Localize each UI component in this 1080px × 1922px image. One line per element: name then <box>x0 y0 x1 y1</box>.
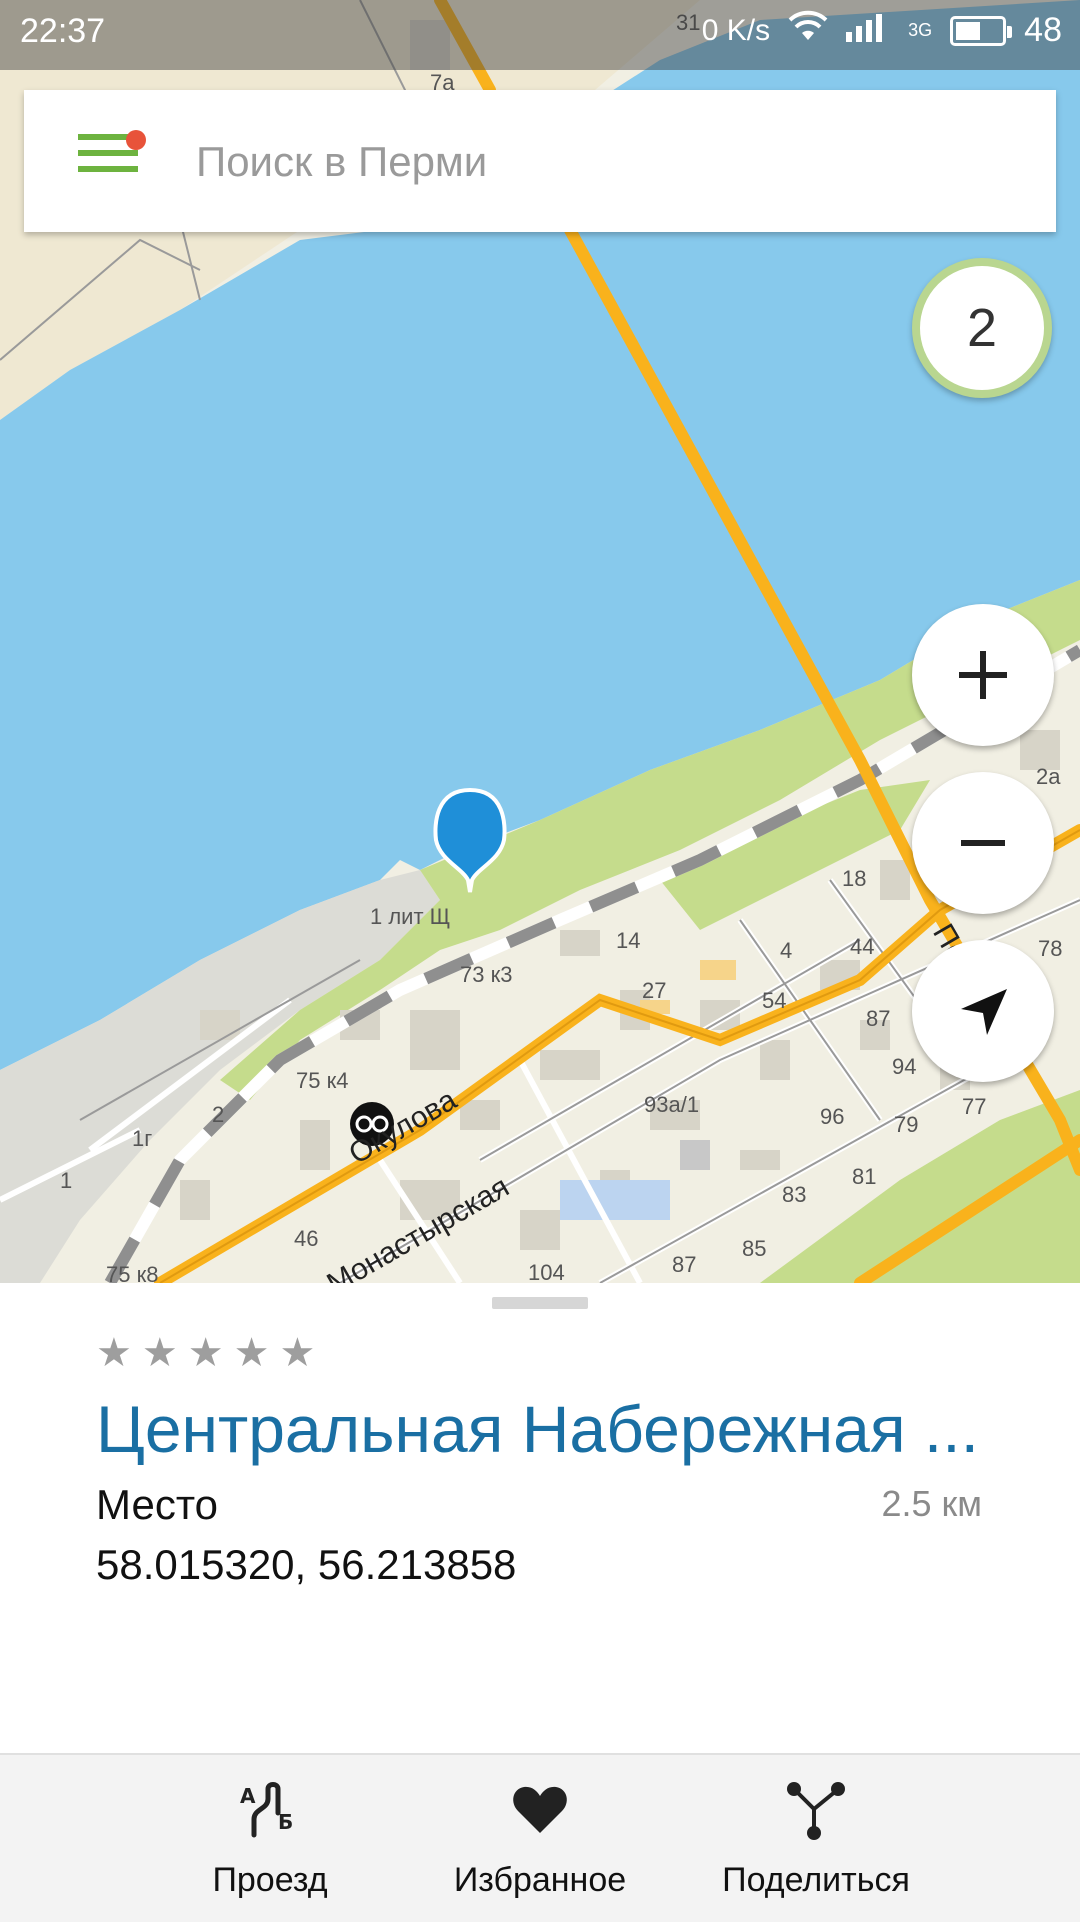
building-label: 78 <box>1038 936 1063 961</box>
place-card[interactable]: ★ ★ ★ ★ ★ Центральная Набережная ... Мес… <box>0 1283 1080 1753</box>
building-label: 75 к8 <box>106 1262 159 1283</box>
zoom-in-icon <box>959 651 1007 699</box>
heart-icon <box>513 1786 567 1833</box>
zoom-in-button[interactable] <box>912 604 1054 746</box>
building-label: 1г <box>132 1126 153 1151</box>
status-time: 22:37 <box>20 12 106 50</box>
building-label: 87 <box>672 1252 697 1277</box>
building-label: 81 <box>852 1164 877 1189</box>
building-label: 2 <box>212 1102 225 1127</box>
building-label: 18 <box>842 866 867 891</box>
building-label: 94 <box>892 1054 917 1079</box>
building-label: 75 к4 <box>296 1068 349 1093</box>
action-bar: А Б Проезд Избранное Поделиться <box>0 1753 1080 1922</box>
drag-handle[interactable] <box>492 1297 588 1309</box>
my-location-button[interactable] <box>912 940 1054 1082</box>
search-bar <box>24 90 1056 232</box>
battery-icon <box>950 15 1013 46</box>
building-label: 96 <box>820 1104 845 1129</box>
route-ab-icon: А Б <box>240 1782 293 1838</box>
notification-dot <box>126 130 146 150</box>
building-label: 2а <box>1036 764 1061 789</box>
place-coordinates: 58.015320, 56.213858 <box>96 1541 517 1588</box>
favorite-button[interactable]: Избранное <box>440 1755 640 1922</box>
place-distance: 2.5 км <box>881 1483 982 1524</box>
star-icon: ★ <box>279 1331 316 1375</box>
share-button[interactable]: Поделиться <box>712 1755 920 1922</box>
building-label: 87 <box>866 1006 891 1031</box>
building-label: 4 <box>780 938 793 963</box>
zoom-out-icon <box>961 840 1005 846</box>
building-label: 85 <box>742 1236 767 1261</box>
place-type: Место <box>96 1481 218 1528</box>
network-type: 3G <box>908 20 933 40</box>
building-label: 27 <box>642 978 667 1003</box>
svg-text:А: А <box>240 1784 256 1808</box>
building-label: 104 <box>528 1260 565 1283</box>
search-input[interactable] <box>194 126 998 198</box>
building-label: 1 лит Щ <box>370 904 451 929</box>
route-label: Проезд <box>212 1861 328 1899</box>
building-label: 79 <box>894 1112 919 1137</box>
layers-count-badge[interactable]: 2 <box>912 258 1052 398</box>
hamburger-menu-icon[interactable] <box>78 130 146 184</box>
status-bar: 22:37 0 K/s 3G 48 <box>0 0 1080 70</box>
share-icon <box>787 1782 845 1840</box>
building-label: 83 <box>782 1182 807 1207</box>
place-title[interactable]: Центральная Набережная ... <box>96 1391 979 1467</box>
share-label: Поделиться <box>722 1861 910 1899</box>
favorite-label: Избранное <box>453 1861 627 1899</box>
building-label: 77 <box>962 1094 987 1119</box>
star-icon: ★ <box>141 1331 178 1375</box>
battery-level: 48 <box>1024 11 1062 49</box>
building-label: 44 <box>850 934 875 959</box>
building-label: 93а/1 <box>644 1092 700 1117</box>
building-label: 46 <box>294 1226 319 1251</box>
rating-stars: ★ ★ ★ ★ ★ <box>96 1333 315 1373</box>
zoom-out-button[interactable] <box>912 772 1054 914</box>
star-icon: ★ <box>187 1331 224 1375</box>
wifi-icon <box>788 10 828 51</box>
signal-icon <box>846 10 890 51</box>
route-button[interactable]: А Б Проезд <box>180 1755 360 1922</box>
building-label: 14 <box>616 928 641 953</box>
star-icon: ★ <box>96 1331 132 1375</box>
building-label: 1 <box>60 1168 73 1193</box>
star-icon: ★ <box>233 1331 270 1375</box>
building-label: 73 к3 <box>460 962 513 987</box>
my-location-icon <box>961 989 1007 1035</box>
building-label: 54 <box>762 988 787 1013</box>
network-speed: 0 K/s <box>701 13 771 47</box>
